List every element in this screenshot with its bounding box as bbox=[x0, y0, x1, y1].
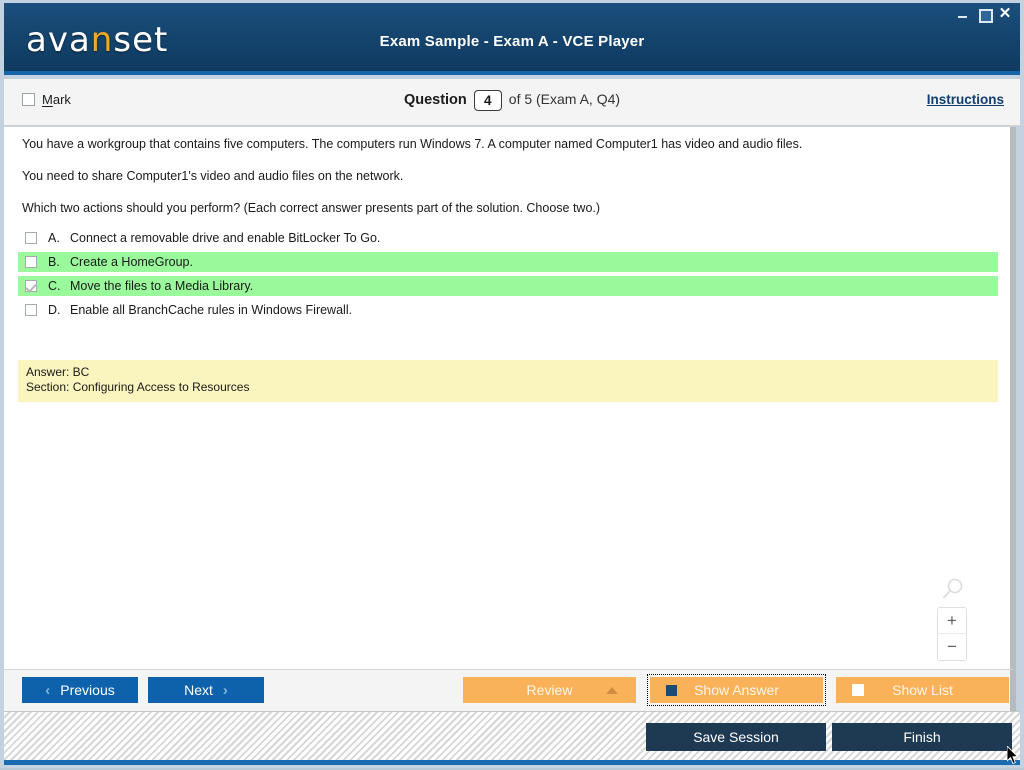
question-content-panel: You have a workgroup that contains five … bbox=[4, 127, 1016, 669]
next-button-label: Next bbox=[184, 682, 213, 698]
answer-option-a-checkbox[interactable] bbox=[25, 232, 37, 244]
answer-square-icon bbox=[666, 684, 677, 696]
chevron-up-icon bbox=[606, 686, 618, 694]
answer-option-c[interactable]: C. Move the files to a Media Library. bbox=[18, 276, 998, 296]
answer-option-d-checkbox[interactable] bbox=[25, 304, 37, 316]
answer-option-b[interactable]: B. Create a HomeGroup. bbox=[18, 252, 998, 272]
question-total-label: of 5 (Exam A, Q4) bbox=[508, 91, 621, 108]
section-line: Section: Configuring Access to Resources bbox=[26, 380, 250, 394]
maximize-icon[interactable] bbox=[977, 7, 993, 23]
review-button[interactable]: Review bbox=[463, 677, 636, 703]
answer-option-b-checkbox[interactable] bbox=[25, 256, 37, 268]
review-button-label: Review bbox=[526, 682, 573, 698]
zoom-widget: + − bbox=[934, 577, 970, 661]
action-toolbar: ‹ Previous Next › Review Show Answer Sho… bbox=[4, 669, 1016, 711]
window-controls: ✕ bbox=[956, 6, 1012, 23]
list-square-icon bbox=[852, 684, 864, 696]
answer-explanation-box: Answer: BC Section: Configuring Access t… bbox=[18, 360, 998, 402]
answer-option-b-letter: B. bbox=[48, 255, 60, 269]
chevron-right-icon: › bbox=[222, 681, 228, 699]
question-word-label: Question bbox=[403, 92, 467, 109]
minimize-icon[interactable] bbox=[956, 7, 970, 21]
show-list-button[interactable]: Show List bbox=[836, 677, 1009, 703]
question-number-input[interactable]: 4 bbox=[473, 90, 502, 111]
show-answer-button-label: Show Answer bbox=[694, 682, 779, 698]
question-counter: Question 4 of 5 (Exam A, Q4) bbox=[4, 90, 1020, 111]
answer-options-list: A. Connect a removable drive and enable … bbox=[18, 228, 998, 324]
save-session-button[interactable]: Save Session bbox=[646, 723, 826, 751]
zoom-out-button[interactable]: − bbox=[938, 634, 966, 660]
window-title: Exam Sample - Exam A - VCE Player bbox=[379, 33, 645, 50]
title-bar: avanset Exam Sample - Exam A - VCE Playe… bbox=[4, 3, 1020, 75]
finish-button[interactable]: Finish bbox=[832, 723, 1012, 751]
next-button[interactable]: Next › bbox=[148, 677, 264, 703]
answer-option-c-checkbox[interactable] bbox=[25, 280, 37, 292]
question-paragraph-3: Which two actions should you perform? (E… bbox=[22, 201, 601, 215]
answer-option-a[interactable]: A. Connect a removable drive and enable … bbox=[18, 228, 998, 248]
chevron-left-icon: ‹ bbox=[45, 681, 51, 699]
magnifier-icon[interactable] bbox=[937, 577, 967, 603]
answer-option-d-text: Enable all BranchCache rules in Windows … bbox=[70, 303, 353, 317]
answer-option-c-letter: C. bbox=[48, 279, 61, 293]
previous-button[interactable]: ‹ Previous bbox=[22, 677, 138, 703]
answer-option-d[interactable]: D. Enable all BranchCache rules in Windo… bbox=[18, 300, 998, 320]
answer-option-a-letter: A. bbox=[48, 231, 60, 245]
answer-option-b-text: Create a HomeGroup. bbox=[70, 255, 193, 269]
answer-line: Answer: BC bbox=[26, 365, 90, 379]
previous-button-label: Previous bbox=[60, 682, 115, 698]
instructions-link[interactable]: Instructions bbox=[927, 92, 1004, 107]
question-header-bar: Mark Question 4 of 5 (Exam A, Q4) Instruct… bbox=[4, 79, 1020, 126]
zoom-in-button[interactable]: + bbox=[938, 608, 966, 634]
show-answer-button[interactable]: Show Answer bbox=[647, 674, 826, 706]
footer-bar: Save Session Finish bbox=[4, 711, 1020, 761]
answer-option-d-letter: D. bbox=[48, 303, 61, 317]
vce-player-window: avanset Exam Sample - Exam A - VCE Playe… bbox=[0, 0, 1024, 768]
question-paragraph-1: You have a workgroup that contains five … bbox=[22, 137, 803, 151]
question-paragraph-2: You need to share Computer1's video and … bbox=[22, 169, 404, 183]
bottom-rail bbox=[4, 760, 1020, 765]
answer-option-c-text: Move the files to a Media Library. bbox=[70, 279, 254, 293]
answer-option-a-text: Connect a removable drive and enable Bit… bbox=[70, 231, 381, 245]
show-list-button-label: Show List bbox=[892, 682, 953, 698]
close-icon[interactable]: ✕ bbox=[998, 6, 1012, 21]
zoom-buttons: + − bbox=[937, 607, 967, 661]
